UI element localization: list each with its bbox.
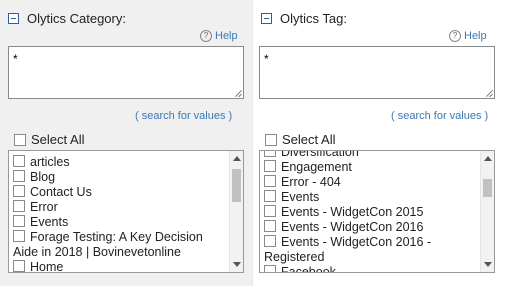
item-label: Events xyxy=(30,215,69,229)
item-label: Error xyxy=(30,200,58,214)
item-checkbox[interactable] xyxy=(13,185,25,197)
tag-search-values-link[interactable]: ( search for values ) xyxy=(391,110,488,122)
item-label: Facebook xyxy=(281,265,336,273)
item-checkbox[interactable] xyxy=(264,175,276,187)
item-label: Events - WidgetCon 2016 xyxy=(281,220,424,234)
category-list: articles Blog Contact Us Error Events Fo… xyxy=(13,155,227,273)
item-label: Events - WidgetCon 2016 - Registered xyxy=(264,235,432,264)
tag-help-label: Help xyxy=(464,30,487,42)
select-all-checkbox[interactable] xyxy=(14,133,26,146)
list-item[interactable]: articles xyxy=(13,155,227,170)
item-label: Error - 404 xyxy=(281,175,341,189)
list-item[interactable]: Diversification xyxy=(264,150,478,160)
list-item[interactable]: Events xyxy=(264,190,478,205)
list-item[interactable]: Events - WidgetCon 2016 - Registered xyxy=(264,235,478,265)
scroll-thumb[interactable] xyxy=(483,179,492,197)
item-checkbox[interactable] xyxy=(264,220,276,232)
item-checkbox[interactable] xyxy=(13,215,25,227)
item-label: Forage Testing: A Key Decision Aide in 2… xyxy=(13,230,203,259)
category-listbox[interactable]: articles Blog Contact Us Error Events Fo… xyxy=(8,150,244,273)
item-label: Events xyxy=(281,190,320,204)
tag-header: Olytics Tag: xyxy=(261,10,347,26)
select-all-checkbox[interactable] xyxy=(265,133,277,146)
olytics-tag-panel: Olytics Tag: ? Help ( search for values … xyxy=(252,0,508,286)
list-item[interactable]: Events xyxy=(13,215,227,230)
list-item[interactable]: Engagement xyxy=(264,160,478,175)
resize-grip-icon[interactable] xyxy=(235,90,242,97)
category-header: Olytics Category: xyxy=(8,10,126,26)
select-all-label: Select All xyxy=(31,132,85,147)
help-icon: ? xyxy=(200,30,212,42)
list-item[interactable]: Facebook xyxy=(264,265,478,273)
list-item[interactable]: Events - WidgetCon 2015 xyxy=(264,205,478,220)
item-checkbox[interactable] xyxy=(264,151,276,157)
tag-listbox[interactable]: Diversification Engagement Error - 404 E… xyxy=(259,150,495,273)
category-help-link[interactable]: ? Help xyxy=(200,30,238,42)
tag-list: Diversification Engagement Error - 404 E… xyxy=(264,150,478,273)
scroll-up-icon[interactable] xyxy=(484,156,492,161)
item-checkbox[interactable] xyxy=(13,230,25,242)
tag-values-textarea[interactable] xyxy=(259,46,495,99)
item-checkbox[interactable] xyxy=(13,200,25,212)
item-checkbox[interactable] xyxy=(264,235,276,247)
tag-scrollbar[interactable] xyxy=(480,151,494,272)
list-item[interactable]: Contact Us xyxy=(13,185,227,200)
item-label: Events - WidgetCon 2015 xyxy=(281,205,424,219)
item-label: Home xyxy=(30,260,64,273)
category-help-label: Help xyxy=(215,30,238,42)
scroll-thumb[interactable] xyxy=(232,169,241,202)
tag-select-all[interactable]: Select All xyxy=(265,132,335,147)
collapse-icon[interactable] xyxy=(261,12,272,24)
help-icon: ? xyxy=(449,30,461,42)
list-item[interactable]: Forage Testing: A Key Decision Aide in 2… xyxy=(13,230,227,260)
scroll-down-icon[interactable] xyxy=(233,262,241,267)
item-checkbox[interactable] xyxy=(13,155,25,167)
item-checkbox[interactable] xyxy=(264,190,276,202)
list-item[interactable]: Error xyxy=(13,200,227,215)
scroll-down-icon[interactable] xyxy=(484,262,492,267)
tag-help-link[interactable]: ? Help xyxy=(449,30,487,42)
item-label: Blog xyxy=(30,170,56,184)
list-item[interactable]: Error - 404 xyxy=(264,175,478,190)
category-search-values-link[interactable]: ( search for values ) xyxy=(135,110,232,122)
resize-grip-icon[interactable] xyxy=(486,90,493,97)
item-label: Contact Us xyxy=(30,185,92,199)
select-all-label: Select All xyxy=(282,132,336,147)
category-select-all[interactable]: Select All xyxy=(14,132,84,147)
olytics-category-panel: Olytics Category: ? Help ( search for va… xyxy=(0,0,252,286)
list-item[interactable]: Home xyxy=(13,260,227,273)
item-label: articles xyxy=(30,155,70,169)
scroll-up-icon[interactable] xyxy=(233,156,241,161)
item-label: Diversification xyxy=(281,150,359,159)
list-item[interactable]: Blog xyxy=(13,170,227,185)
item-checkbox[interactable] xyxy=(13,170,25,182)
item-checkbox[interactable] xyxy=(264,160,276,172)
item-checkbox[interactable] xyxy=(264,265,276,272)
category-title: Olytics Category: xyxy=(27,10,126,26)
list-item[interactable]: Events - WidgetCon 2016 xyxy=(264,220,478,235)
collapse-icon[interactable] xyxy=(8,12,19,24)
item-checkbox[interactable] xyxy=(13,260,25,272)
item-label: Engagement xyxy=(281,160,352,174)
tag-title: Olytics Tag: xyxy=(280,10,347,26)
category-scrollbar[interactable] xyxy=(229,151,243,272)
item-checkbox[interactable] xyxy=(264,205,276,217)
category-values-textarea[interactable] xyxy=(8,46,244,99)
